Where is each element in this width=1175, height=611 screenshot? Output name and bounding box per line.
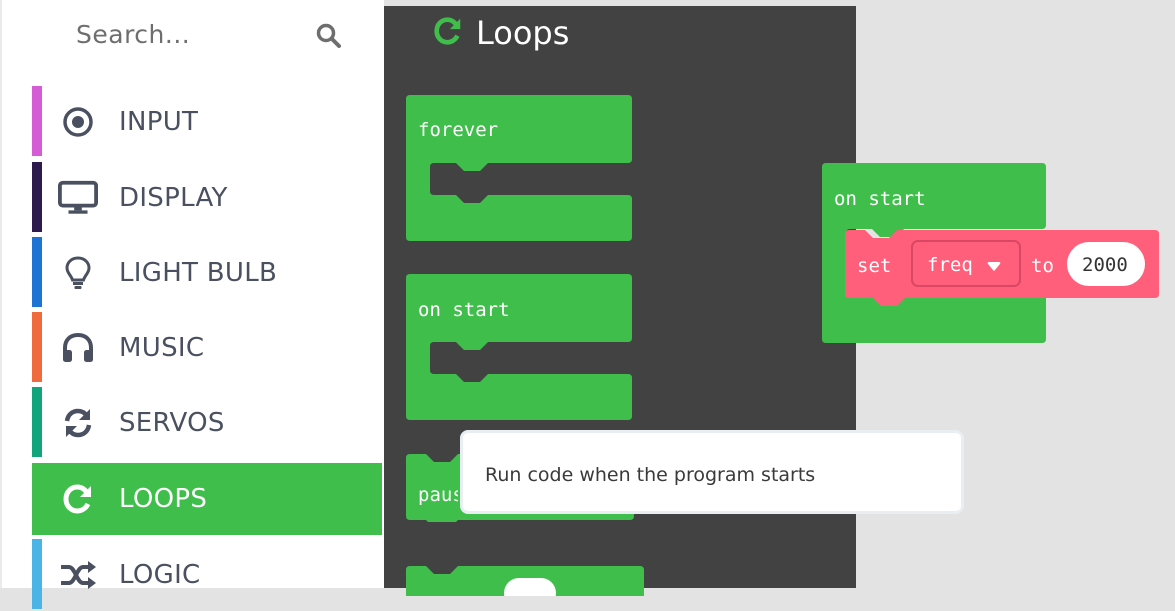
category-color-bar [32, 86, 42, 156]
category-label: DISPLAY [119, 183, 228, 213]
lightbulb-icon [58, 253, 98, 293]
category-logic[interactable]: LOGIC [32, 539, 382, 611]
refresh-icon [432, 15, 464, 51]
category-loops[interactable]: LOOPS [32, 463, 382, 535]
category-music[interactable]: MUSIC [32, 312, 382, 384]
sync-icon [58, 403, 98, 443]
partial-loop-block[interactable] [406, 566, 644, 596]
search-box[interactable]: Search... [30, 0, 384, 74]
chevron-down-icon[interactable] [987, 258, 1001, 277]
block-label: forever [418, 119, 499, 141]
set-keyword: set [857, 255, 892, 277]
category-label: LOGIC [119, 560, 201, 590]
to-keyword: to [1031, 255, 1054, 277]
shuffle-icon [58, 555, 98, 595]
forever-block[interactable]: forever [406, 95, 632, 243]
target-icon [58, 102, 98, 142]
value-input[interactable]: 2000 [1082, 254, 1128, 276]
flyout-title: Loops [476, 14, 570, 52]
category-label: SERVOS [119, 408, 225, 438]
refresh-icon [58, 479, 98, 519]
search-icon[interactable] [315, 22, 343, 54]
headphones-icon [58, 328, 98, 368]
category-color-bar [32, 312, 42, 382]
flyout-header: Loops [432, 14, 569, 52]
category-panel: Search... INPUT DISPLAY LIGHT BULB MUSIC [0, 0, 384, 609]
category-color-bar [32, 539, 42, 609]
category-color-bar [32, 463, 42, 533]
category-label: LOOPS [119, 484, 208, 514]
category-light-bulb[interactable]: LIGHT BULB [32, 237, 382, 309]
category-color-bar [32, 387, 42, 457]
category-label: MUSIC [119, 333, 205, 363]
on-start-block[interactable]: on start [406, 274, 632, 422]
block-tooltip: Run code when the program starts [460, 430, 964, 514]
category-servos[interactable]: SERVOS [32, 387, 382, 459]
block-label: on start [418, 299, 510, 321]
category-display[interactable]: DISPLAY [32, 162, 382, 234]
category-color-bar [32, 237, 42, 307]
category-label: INPUT [119, 107, 199, 137]
category-color-bar [32, 162, 42, 232]
tooltip-text: Run code when the program starts [485, 464, 816, 486]
block-label: on start [834, 188, 926, 210]
category-label: LIGHT BULB [119, 258, 278, 288]
block-label: pause [418, 484, 458, 506]
variable-dropdown[interactable]: freq [927, 254, 973, 276]
search-input[interactable]: Search... [76, 20, 190, 49]
monitor-icon [58, 178, 98, 218]
category-input[interactable]: INPUT [32, 86, 382, 158]
set-variable-block[interactable]: set freq to 2000 [845, 230, 1159, 306]
